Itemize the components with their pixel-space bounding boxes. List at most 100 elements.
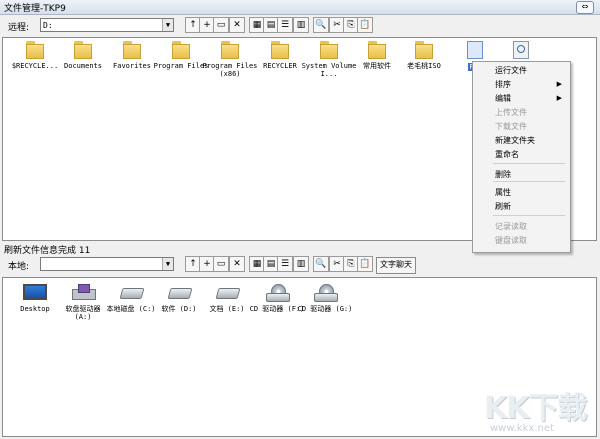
floppy-drive-icon	[69, 284, 97, 300]
cd-drive-icon	[311, 284, 339, 302]
title-bar: 文件管理-TKP9 ⇔	[0, 0, 600, 15]
menu-item-label: 删除	[495, 170, 511, 179]
open-folder-button[interactable]: ▭	[213, 256, 229, 272]
details-view-icon: ▥	[296, 259, 306, 269]
context-menu: 运行文件排序 ▶ 编辑 ▶ 上传文件下载文件新建文件夹重命名删除属性刷新记录读取键盘读取	[472, 61, 571, 253]
menu-item: 键盘读取	[473, 234, 570, 247]
menu-item-label: 重命名	[495, 150, 519, 159]
list-view-button[interactable]: ☰	[277, 17, 293, 33]
folder-icon	[72, 41, 94, 59]
item-label: 常用软件	[363, 62, 391, 70]
list-item[interactable]: Documents	[55, 41, 111, 70]
up-folder-icon: ↑	[189, 259, 197, 269]
list-item[interactable]: Favorites	[104, 41, 160, 70]
cd-drive-icon	[263, 284, 291, 302]
cut-icon: ✂	[333, 20, 341, 30]
desktop-icon	[23, 284, 47, 300]
menu-item[interactable]: 属性	[473, 186, 570, 199]
delete-button[interactable]: ✕	[229, 256, 245, 272]
file-icon	[467, 41, 483, 59]
list-item[interactable]: Program Files (x86)	[202, 41, 258, 78]
menu-separator	[493, 163, 565, 164]
folder-icon	[170, 41, 192, 59]
menu-item[interactable]: 排序 ▶	[473, 78, 570, 91]
menu-item[interactable]: 刷新	[473, 200, 570, 213]
item-label: 文档 (E:)	[209, 305, 245, 313]
drive-item[interactable]: 文档 (E:)	[199, 284, 255, 313]
menu-item[interactable]: 重命名	[473, 148, 570, 161]
chevron-down-icon[interactable]: ▼	[162, 258, 173, 270]
paste-button[interactable]: 📋	[357, 256, 373, 272]
paste-button[interactable]: 📋	[357, 17, 373, 33]
paste-icon: 📋	[359, 259, 371, 269]
menu-item-label: 记录读取	[495, 222, 527, 231]
open-folder-icon: ▭	[216, 259, 226, 269]
hard-drive-icon	[165, 284, 193, 300]
small-icons-view-icon: ▤	[266, 259, 276, 269]
menu-item: 上传文件	[473, 106, 570, 119]
menu-item: 记录读取	[473, 220, 570, 233]
local-path-combo[interactable]: ▼	[40, 257, 174, 271]
list-view-icon: ☰	[280, 20, 290, 30]
paste-icon: 📋	[359, 20, 371, 30]
up-folder-icon: ↑	[189, 20, 197, 30]
folder-icon	[219, 41, 241, 59]
menu-item-label: 刷新	[495, 202, 511, 211]
drive-item[interactable]: CD 驱动器 (G:)	[297, 284, 353, 313]
item-label: Program Files	[153, 62, 209, 70]
open-folder-icon: ▭	[216, 20, 226, 30]
menu-separator	[493, 215, 565, 216]
search-button[interactable]: 🔍	[313, 256, 329, 272]
folder-icon	[24, 41, 46, 59]
menu-item-label: 排序	[495, 80, 511, 89]
list-item[interactable]: Program Files	[153, 41, 209, 70]
item-label: Favorites	[113, 62, 151, 70]
text-chat-button[interactable]: 文字聊天	[376, 257, 416, 274]
details-view-button[interactable]: ▥	[293, 256, 309, 272]
details-view-icon: ▥	[296, 20, 306, 30]
item-label: $RECYCLE...	[11, 62, 59, 70]
folder-icon	[318, 41, 340, 59]
new-folder-icon: +	[203, 20, 211, 30]
item-label: Desktop	[20, 305, 50, 313]
list-item[interactable]	[493, 41, 549, 63]
local-toolbar: 本地: ▼ ↑ + ▭ ✕ ▦ ▤ ☰ ▥ 🔍 ✂ ⎘ 📋	[0, 255, 600, 275]
details-view-button[interactable]: ▥	[293, 17, 309, 33]
watermark: KK下载 www.kkx.net	[484, 383, 596, 435]
folder-icon	[366, 41, 388, 59]
item-label: CD 驱动器 (G:)	[297, 305, 353, 313]
restore-button[interactable]: ⇔	[576, 1, 594, 14]
search-icon: 🔍	[315, 259, 327, 269]
menu-item-label: 下载文件	[495, 122, 527, 131]
delete-button[interactable]: ✕	[229, 17, 245, 33]
local-label: 本地:	[8, 262, 30, 272]
item-label: 软件 (D:)	[161, 305, 197, 313]
menu-item[interactable]: 删除	[473, 168, 570, 181]
viewer-icon	[513, 41, 529, 59]
small-icons-view-icon: ▤	[266, 20, 276, 30]
list-item[interactable]: 老毛桃ISO	[396, 41, 452, 70]
menu-item[interactable]: 新建文件夹	[473, 134, 570, 147]
large-icons-view-icon: ▦	[252, 20, 262, 30]
folder-icon	[413, 41, 435, 59]
remote-label: 远程:	[8, 23, 30, 33]
chevron-right-icon: ▶	[556, 80, 562, 88]
cut-icon: ✂	[333, 259, 341, 269]
list-view-button[interactable]: ☰	[277, 256, 293, 272]
new-folder-icon: +	[203, 259, 211, 269]
menu-item-label: 属性	[495, 188, 511, 197]
chevron-down-icon[interactable]: ▼	[162, 19, 173, 31]
remote-path-combo[interactable]: D: ▼	[40, 18, 174, 32]
menu-item[interactable]: 运行文件	[473, 64, 570, 77]
remote-path-value: D:	[43, 21, 53, 30]
watermark-logo: KK下载	[484, 391, 587, 426]
menu-item-label: 新建文件夹	[495, 136, 535, 145]
menu-item-label: 键盘读取	[495, 236, 527, 245]
list-item[interactable]: RECYCLER	[252, 41, 308, 70]
hard-drive-icon	[213, 284, 241, 300]
search-button[interactable]: 🔍	[313, 17, 329, 33]
remote-toolbar: 远程: D: ▼ ↑ + ▭ ✕ ▦ ▤ ☰ ▥ 🔍 ✂ ⎘ 📋	[0, 16, 600, 36]
copy-icon: ⎘	[347, 20, 355, 30]
open-folder-button[interactable]: ▭	[213, 17, 229, 33]
menu-item[interactable]: 编辑 ▶	[473, 92, 570, 105]
